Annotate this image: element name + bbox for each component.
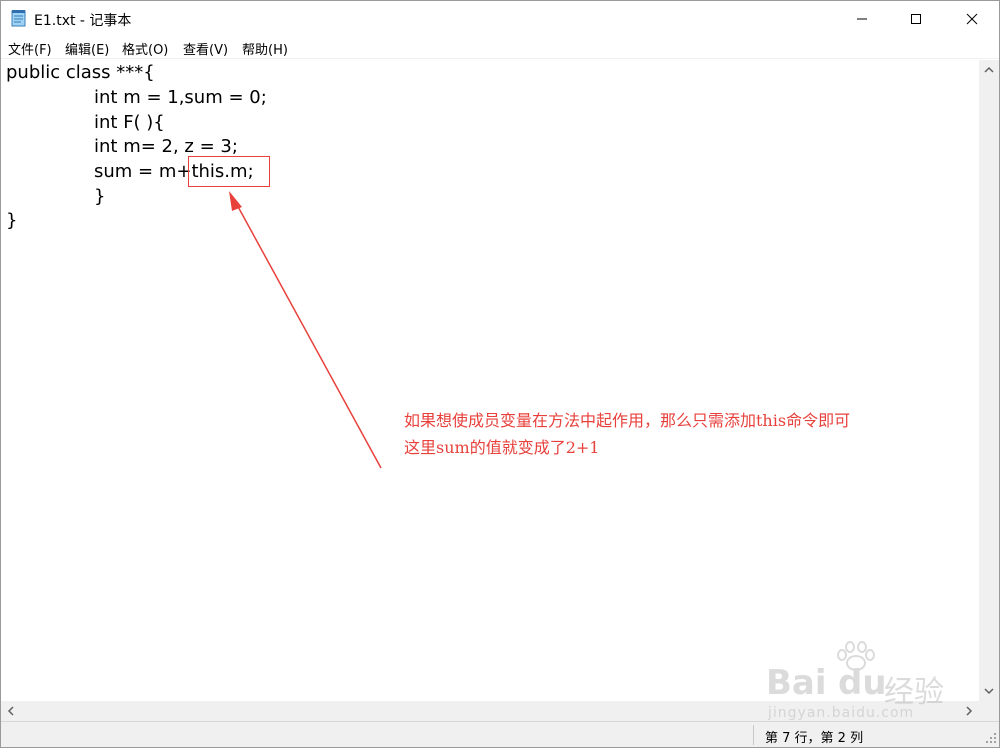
- chevron-left-icon: [7, 706, 14, 716]
- menu-help[interactable]: 帮助(H): [240, 39, 290, 58]
- scroll-down-button[interactable]: [979, 681, 999, 701]
- vertical-scrollbar[interactable]: [979, 60, 999, 701]
- status-separator: [753, 725, 754, 745]
- watermark-url: jingyan.baidu.com: [768, 705, 915, 721]
- close-icon: [966, 13, 978, 25]
- chevron-up-icon: [984, 66, 994, 73]
- notepad-window: E1.txt - 记事本 文件(F) 编辑(E) 格式(O) 查看(V) 帮助(…: [0, 0, 1000, 748]
- status-bar: 第 7 行，第 2 列: [1, 721, 999, 747]
- scroll-left-button[interactable]: [1, 701, 21, 721]
- scroll-right-button[interactable]: [959, 701, 979, 721]
- annotation-arrow: [229, 191, 382, 469]
- annotation-note: 如果想使成员变量在方法中起作用，那么只需添加this命令即可 这里sum的值就变…: [404, 409, 850, 460]
- minimize-button[interactable]: [839, 1, 885, 37]
- menu-view[interactable]: 查看(V): [181, 39, 230, 58]
- watermark-logo-suffix: du: [838, 663, 887, 703]
- menu-edit[interactable]: 编辑(E): [63, 39, 111, 58]
- window-title: E1.txt - 记事本: [34, 13, 132, 29]
- annotation-line-2: 这里sum的值就变成了2+1: [404, 438, 600, 457]
- scrollbar-corner: [979, 701, 999, 721]
- menu-format[interactable]: 格式(O): [120, 39, 170, 58]
- chevron-right-icon: [966, 706, 973, 716]
- maximize-icon: [911, 14, 921, 24]
- annotation-line-1: 如果想使成员变量在方法中起作用，那么只需添加this命令即可: [404, 411, 851, 430]
- notepad-icon: [11, 10, 26, 27]
- chevron-down-icon: [984, 688, 994, 695]
- baidu-watermark: Bai du 经验 jingyan.baidu.com: [766, 641, 956, 723]
- minimize-icon: [857, 18, 867, 20]
- resize-grip-icon[interactable]: [985, 732, 997, 744]
- menu-file[interactable]: 文件(F): [6, 39, 54, 58]
- maximize-button[interactable]: [893, 1, 939, 37]
- cursor-position: 第 7 行，第 2 列: [765, 731, 864, 746]
- text-editor[interactable]: public class ***{ int m = 1,sum = 0; int…: [1, 60, 979, 701]
- close-button[interactable]: [949, 1, 995, 37]
- menu-bar: 文件(F) 编辑(E) 格式(O) 查看(V) 帮助(H): [1, 37, 999, 59]
- watermark-logo: Bai: [766, 663, 827, 703]
- title-bar[interactable]: E1.txt - 记事本: [1, 1, 999, 37]
- scroll-up-button[interactable]: [979, 60, 999, 80]
